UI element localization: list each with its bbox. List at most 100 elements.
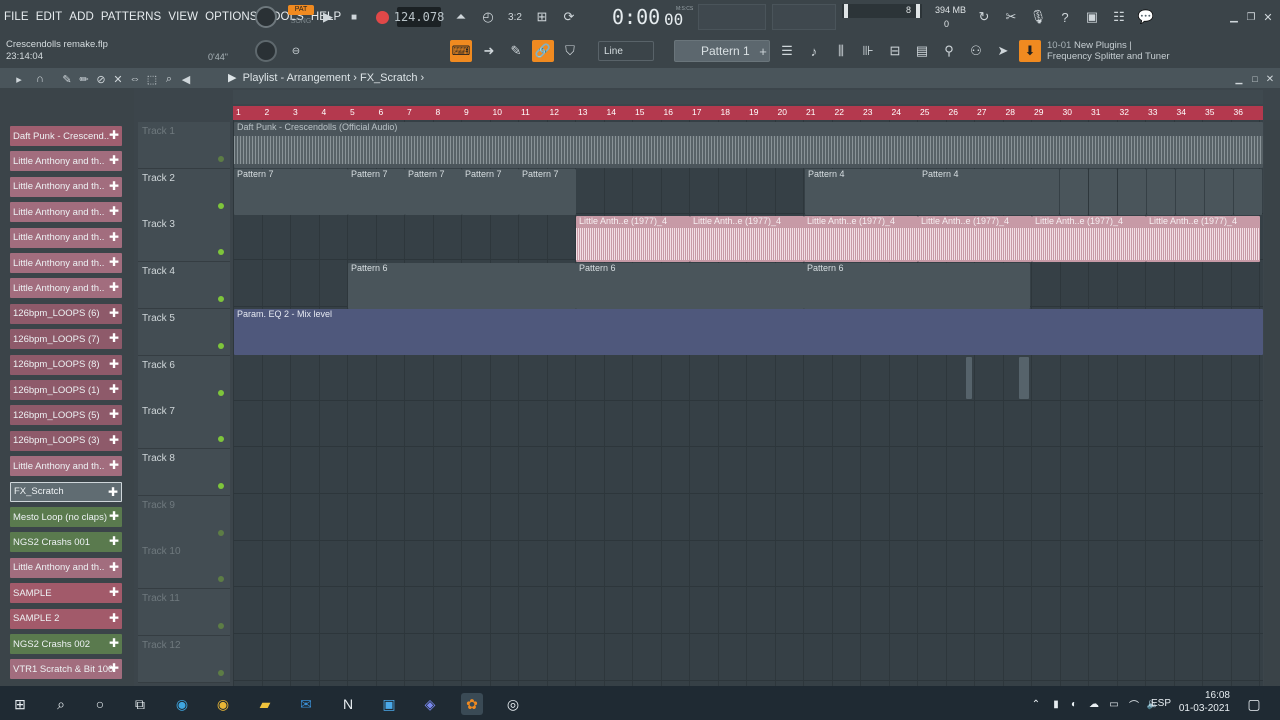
channel-plus-icon[interactable]: ✚ <box>109 661 119 675</box>
menu-options[interactable]: OPTIONS <box>205 11 257 23</box>
cortana-icon[interactable]: ○ <box>89 693 111 715</box>
pattern-clip-small[interactable] <box>966 357 972 399</box>
plugin-picker-view-icon[interactable]: ⚲ <box>938 40 960 62</box>
channel-plus-icon[interactable]: ✚ <box>109 560 119 574</box>
playlist-breadcrumb[interactable]: ▶ Playlist - Arrangement › FX_Scratch › <box>228 71 424 84</box>
menu-add[interactable]: ADD <box>69 11 94 23</box>
playlist-menu-icon[interactable]: ▸ <box>8 68 30 90</box>
pattern-clip[interactable]: Pattern 4 <box>805 169 921 215</box>
track-mute-led-icon[interactable] <box>218 436 224 443</box>
piano-roll-view-icon[interactable]: ⊪ <box>857 40 879 62</box>
channel-item[interactable]: Little Anthony and th.. ✚ <box>10 253 122 273</box>
taskbar-clock[interactable]: 16:08 01-03-2021 <box>1179 689 1230 715</box>
pattern-clip[interactable]: Pattern 6 <box>576 263 804 309</box>
discord-icon[interactable]: ◈ <box>419 693 441 715</box>
stamp-icon[interactable]: ⛉ <box>559 40 581 62</box>
channel-plus-icon[interactable]: ✚ <box>109 128 119 142</box>
add-pattern-icon[interactable]: + <box>752 40 774 62</box>
pattern-clip[interactable]: Pattern 7 <box>405 169 462 215</box>
pattern-clip[interactable]: Pattern 7 <box>519 169 576 215</box>
channel-item[interactable]: Little Anthony and th.. ✚ <box>10 227 122 248</box>
channel-plus-icon[interactable]: ✚ <box>109 636 119 650</box>
track-header[interactable]: Track 3 <box>138 215 230 263</box>
play-icon[interactable]: ▶ <box>317 6 339 28</box>
n-app-icon[interactable]: N <box>337 693 359 715</box>
playlist-icon[interactable]: ☰ <box>776 40 798 62</box>
channel-item[interactable]: 126bpm_LOOPS (1) ✚ <box>10 380 122 400</box>
pitch-slider-icon[interactable]: ⊖ <box>285 40 307 62</box>
channel-item[interactable]: Mesto Loop (no claps) ✚ <box>10 507 122 527</box>
record-icon[interactable] <box>371 6 393 28</box>
news-hint[interactable]: 10-01 New Plugins | Frequency Splitter a… <box>1047 40 1170 62</box>
channel-item[interactable]: Little Anthony and th.. ✚ <box>10 176 122 197</box>
mixer-icon[interactable]: ☷ <box>1108 6 1130 28</box>
menu-file[interactable]: FILE <box>4 11 29 23</box>
track-mute-led-icon[interactable] <box>218 576 224 583</box>
channel-plus-icon[interactable]: ✚ <box>109 458 119 472</box>
pattern-clip-small[interactable] <box>1147 169 1175 215</box>
step-edit-icon[interactable]: ⊞ <box>531 6 553 28</box>
wait-icon[interactable]: ◴ <box>477 6 499 28</box>
audio-clip-crescendolls[interactable]: Daft Punk - Crescendolls (Official Audio… <box>234 122 1263 168</box>
channel-plus-icon[interactable]: ✚ <box>109 433 119 447</box>
menu-view[interactable]: VIEW <box>168 11 198 23</box>
channel-item[interactable]: Little Anthony and th.. ✚ <box>10 151 122 172</box>
search-icon[interactable]: ⌕ <box>50 693 72 715</box>
channel-plus-icon[interactable]: ✚ <box>108 485 118 499</box>
countdown-icon[interactable]: 3:2 <box>504 6 526 28</box>
audio-clip-little-anthony[interactable]: Little Anth..e (1977)_4 <box>1146 216 1260 262</box>
track-header[interactable]: Track 12 <box>138 635 230 683</box>
vertical-scrollbar[interactable] <box>1264 120 1280 686</box>
channel-item[interactable]: 126bpm_LOOPS (7) ✚ <box>10 329 122 350</box>
channel-item[interactable]: NGS2 Crashs 001 ✚ <box>10 532 122 553</box>
track-mute-led-icon[interactable] <box>218 249 224 256</box>
audio-clip-little-anthony[interactable]: Little Anth..e (1977)_4 <box>1032 216 1146 262</box>
channel-plus-icon[interactable]: ✚ <box>109 306 119 320</box>
channel-plus-icon[interactable]: ✚ <box>109 153 119 167</box>
track-header[interactable]: Track 8 <box>138 448 230 496</box>
channel-plus-icon[interactable]: ✚ <box>109 255 119 269</box>
channel-item[interactable]: Little Anthony and th.. ✚ <box>10 456 122 477</box>
tray-steam-icon[interactable]: ◐ <box>1063 693 1085 715</box>
pattern-clip[interactable]: Pattern 4 <box>919 169 1035 215</box>
pattern-clip[interactable]: Pattern 7 <box>348 169 405 215</box>
pattern-clip-small[interactable] <box>1176 169 1204 215</box>
track-mute-led-icon[interactable] <box>218 669 224 676</box>
menu-edit[interactable]: EDIT <box>36 11 63 23</box>
channel-item[interactable]: 126bpm_LOOPS (8) ✚ <box>10 354 122 375</box>
track-mute-led-icon[interactable] <box>218 623 224 629</box>
close-icon[interactable]: ✕ <box>1257 6 1279 28</box>
track-mute-led-icon[interactable] <box>218 389 224 396</box>
audio-clip-little-anthony[interactable]: Little Anth..e (1977)_4 <box>576 216 690 262</box>
channel-plus-icon[interactable]: ✚ <box>109 357 119 371</box>
channel-plus-icon[interactable]: ✚ <box>109 509 119 523</box>
channel-plus-icon[interactable]: ✚ <box>109 382 119 396</box>
channel-plus-icon[interactable]: ✚ <box>109 585 119 599</box>
chat-icon[interactable]: 💬 <box>1135 6 1157 28</box>
channel-item[interactable]: FX_Scratch ✚ <box>10 481 122 502</box>
track-mute-led-icon[interactable] <box>218 156 224 162</box>
channel-item[interactable]: Little Anthony and th.. ✚ <box>10 202 122 223</box>
touch-keyboard-icon[interactable]: ⚇ <box>965 40 987 62</box>
mail-icon[interactable]: ✉ <box>295 693 317 715</box>
playlist-close-icon[interactable]: ✕ <box>1259 68 1280 90</box>
tool-playback-icon[interactable]: ◀ <box>175 68 197 90</box>
plugin-picker-icon[interactable]: ✂ <box>1000 6 1022 28</box>
automation-clip[interactable]: Param. EQ 2 - Mix level <box>234 309 1263 355</box>
snap-select[interactable]: Line <box>598 41 654 61</box>
track-header[interactable]: Track 9 <box>138 495 230 543</box>
link-icon[interactable]: 🔗 <box>532 40 554 62</box>
channel-item[interactable]: VTR1 Scratch & Bit 100 ✚ <box>10 659 122 680</box>
explorer-icon[interactable]: ▰ <box>254 693 276 715</box>
obs-icon[interactable]: ◎ <box>502 693 524 715</box>
track-header[interactable]: Track 11 <box>138 589 230 636</box>
pattern-clip[interactable]: Pattern 6 <box>804 263 1030 309</box>
master-pitch-knob-icon[interactable] <box>255 40 277 62</box>
track-header[interactable]: Track 1 <box>138 122 230 169</box>
pattern-clip-small[interactable] <box>1031 169 1059 215</box>
track-header[interactable]: Track 6 <box>138 355 230 403</box>
track-mute-led-icon[interactable] <box>218 529 224 536</box>
tempo-display[interactable]: 124.078 <box>394 7 444 27</box>
menu-patterns[interactable]: PATTERNS <box>101 11 161 23</box>
horizontal-scrollbar[interactable] <box>233 90 1263 104</box>
